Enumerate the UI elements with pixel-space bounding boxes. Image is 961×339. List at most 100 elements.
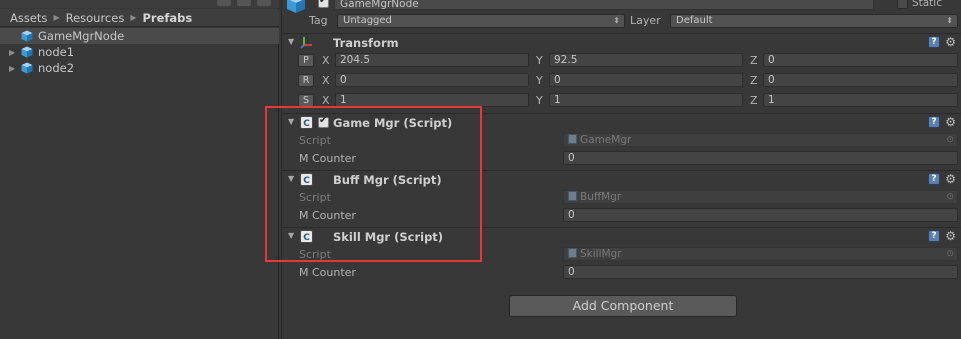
script-label: Script <box>299 134 331 147</box>
add-component-button[interactable]: Add Component <box>509 295 737 317</box>
transform-component: ▼ Transform ? ⚙ P X 204.5 Y 92.5 Z 0 R X… <box>282 33 961 109</box>
buff-mgr-component: ▼ C Buff Mgr (Script) ? ⚙ Script BuffMgr… <box>282 170 961 227</box>
rotation-y-field[interactable]: 0 <box>549 73 743 87</box>
axis-z-label: Z <box>750 54 758 67</box>
prefab-cube-icon <box>21 30 33 42</box>
asset-tree: GameMgrNode ▶ node1 ▶ node2 <box>0 28 279 76</box>
fold-arrow-icon[interactable]: ▼ <box>288 117 294 126</box>
asset-item-label: GameMgrNode <box>38 29 125 43</box>
axis-y-label: Y <box>536 74 543 87</box>
help-icon[interactable]: ? <box>928 36 940 48</box>
label-icon[interactable] <box>237 0 251 6</box>
rotation-z-field[interactable]: 0 <box>763 73 958 87</box>
breadcrumb-assets[interactable]: Assets <box>10 11 47 25</box>
script-field[interactable]: BuffMgr ⊙ <box>563 190 958 204</box>
position-z-field[interactable]: 0 <box>763 53 958 67</box>
component-header[interactable]: ▼ C Buff Mgr (Script) ? ⚙ <box>282 171 961 188</box>
script-value: GameMgr <box>580 134 632 146</box>
transform-axes-icon <box>300 36 313 49</box>
axis-x-label: X <box>322 94 330 107</box>
component-header[interactable]: ▼ C Game Mgr (Script) ? ⚙ <box>282 114 961 131</box>
object-picker-icon[interactable]: ⊙ <box>946 248 954 260</box>
inspector-panel: GameMgrNode Static Tag Untagged ⬍ Layer … <box>281 0 961 339</box>
axis-z-label: Z <box>750 94 758 107</box>
layer-label: Layer <box>630 14 661 27</box>
m-counter-label: M Counter <box>299 209 356 222</box>
star-icon[interactable] <box>257 0 271 6</box>
component-title: Buff Mgr (Script) <box>333 173 442 187</box>
svg-text:C: C <box>303 119 310 129</box>
project-toolbar <box>0 0 279 8</box>
position-reset-button[interactable]: P <box>298 54 314 67</box>
static-checkbox[interactable] <box>896 0 908 9</box>
fold-arrow-icon[interactable]: ▼ <box>288 37 294 46</box>
asset-item-node2[interactable]: ▶ node2 <box>0 60 279 76</box>
asset-item-gamemgrnode[interactable]: GameMgrNode <box>0 28 279 44</box>
m-counter-field[interactable]: 0 <box>563 265 958 279</box>
axis-y-label: Y <box>536 94 543 107</box>
script-icon: C <box>300 230 313 243</box>
expand-arrow-icon[interactable]: ▶ <box>9 48 17 57</box>
layer-value: Default <box>676 15 713 26</box>
axis-x-label: X <box>322 54 330 67</box>
scale-z-field[interactable]: 1 <box>763 93 958 107</box>
rotation-x-field[interactable]: 0 <box>335 73 529 87</box>
scale-x-field[interactable]: 1 <box>335 93 529 107</box>
axis-y-label: Y <box>536 54 543 67</box>
tag-label: Tag <box>309 14 328 27</box>
static-toggle[interactable]: Static <box>896 0 942 9</box>
script-file-icon <box>568 248 577 258</box>
help-icon[interactable]: ? <box>928 173 940 185</box>
prefab-cube-icon <box>21 62 33 74</box>
m-counter-field[interactable]: 0 <box>563 208 958 222</box>
gear-icon[interactable]: ⚙ <box>945 115 956 129</box>
active-checkbox[interactable] <box>318 0 329 8</box>
object-name-field[interactable]: GameMgrNode <box>334 0 874 10</box>
breadcrumb-separator-icon: ▶ <box>130 13 137 22</box>
svg-text:C: C <box>303 233 310 243</box>
script-label: Script <box>299 191 331 204</box>
dropdown-arrow-icon: ⬍ <box>613 16 620 25</box>
gear-icon[interactable]: ⚙ <box>945 229 956 243</box>
gear-icon[interactable]: ⚙ <box>945 172 956 186</box>
component-enabled-checkbox[interactable] <box>318 115 329 128</box>
component-header[interactable]: ▼ Transform ? ⚙ <box>282 34 961 51</box>
scale-reset-button[interactable]: S <box>298 94 314 107</box>
tag-value: Untagged <box>343 15 392 26</box>
skill-mgr-component: ▼ C Skill Mgr (Script) ? ⚙ Script SkillM… <box>282 227 961 284</box>
breadcrumb-prefabs[interactable]: Prefabs <box>142 11 192 25</box>
help-icon[interactable]: ? <box>928 116 940 128</box>
axis-x-label: X <box>322 74 330 87</box>
asset-item-node1[interactable]: ▶ node1 <box>0 44 279 60</box>
rotation-reset-button[interactable]: R <box>298 74 314 87</box>
fold-arrow-icon[interactable]: ▼ <box>288 231 294 240</box>
script-icon: C <box>300 116 313 129</box>
expand-arrow-icon[interactable]: ▶ <box>9 64 17 73</box>
component-header[interactable]: ▼ C Skill Mgr (Script) ? ⚙ <box>282 228 961 245</box>
object-picker-icon[interactable]: ⊙ <box>946 134 954 146</box>
script-value: BuffMgr <box>580 191 622 203</box>
layer-dropdown[interactable]: Default ⬍ <box>670 14 958 28</box>
filter-icon[interactable] <box>217 0 231 6</box>
script-field[interactable]: GameMgr ⊙ <box>563 133 958 147</box>
position-y-field[interactable]: 92.5 <box>549 53 743 67</box>
gear-icon[interactable]: ⚙ <box>945 35 956 49</box>
svg-text:C: C <box>303 176 310 186</box>
script-field[interactable]: SkillMgr ⊙ <box>563 247 958 261</box>
component-title: Skill Mgr (Script) <box>333 230 444 244</box>
help-icon[interactable]: ? <box>928 230 940 242</box>
position-x-field[interactable]: 204.5 <box>335 53 529 67</box>
m-counter-label: M Counter <box>299 266 356 279</box>
tag-dropdown[interactable]: Untagged ⬍ <box>337 14 625 28</box>
fold-arrow-icon[interactable]: ▼ <box>288 174 294 183</box>
breadcrumb-resources[interactable]: Resources <box>66 11 125 25</box>
axis-z-label: Z <box>750 74 758 87</box>
dropdown-arrow-icon: ⬍ <box>946 16 953 25</box>
script-value: SkillMgr <box>580 248 622 260</box>
m-counter-field[interactable]: 0 <box>563 151 958 165</box>
scale-y-field[interactable]: 1 <box>549 93 743 107</box>
component-title: Game Mgr (Script) <box>333 116 453 130</box>
component-title: Transform <box>333 36 399 50</box>
breadcrumb-separator-icon: ▶ <box>53 13 60 22</box>
object-picker-icon[interactable]: ⊙ <box>946 191 954 203</box>
